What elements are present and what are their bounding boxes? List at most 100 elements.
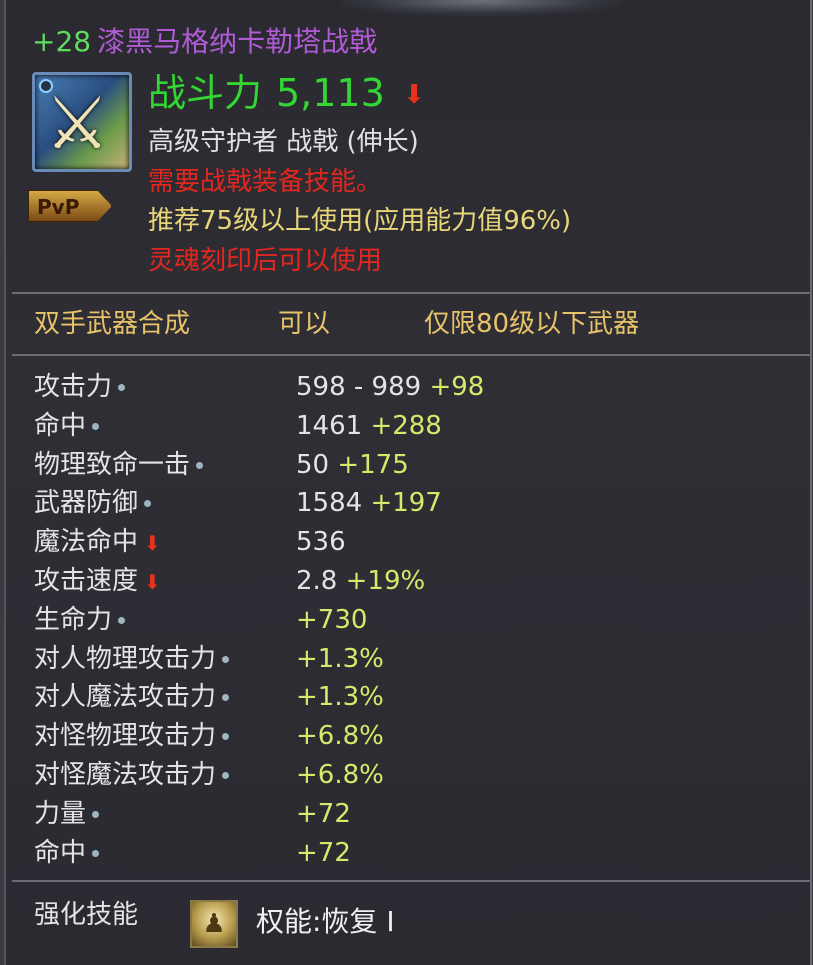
stat-label: 命中 — [34, 835, 100, 871]
stat-label: 力量 — [34, 796, 100, 832]
stat-label: 对怪物理攻击力 — [34, 718, 230, 754]
stat-value: +730 — [296, 602, 367, 638]
halberd-glyph: ⚔ — [45, 81, 110, 165]
stat-label-text: 魔法命中 — [34, 527, 139, 558]
stat-label: 攻击力 — [34, 369, 126, 405]
down-arrow-icon: ⬇ — [144, 530, 161, 555]
stat-label-text: 攻击速度 — [34, 566, 139, 596]
stat-label-text: 攻击力 — [34, 372, 113, 402]
pvp-badge: PvP — [28, 190, 112, 222]
stat-row: 命中 1461 +288 — [34, 408, 794, 444]
stat-bonus: +6.8% — [296, 760, 384, 790]
item-subtitle: 高级守护者 战戟 (伸长) — [148, 127, 419, 157]
combat-power-value: 5,113 — [276, 71, 385, 115]
level-recommendation: 推荐75级以上使用(应用能力值96%) — [148, 206, 572, 236]
stat-bonus: +19% — [345, 566, 426, 596]
stat-bonus: +98 — [429, 372, 485, 402]
divider — [12, 880, 810, 882]
stat-row: 生命力 +730 — [34, 602, 794, 638]
stat-row: 攻击力 598 - 989 +98 — [34, 369, 794, 405]
stat-row: 对人魔法攻击力 +1.3% — [34, 679, 794, 715]
stat-bonus: +1.3% — [296, 682, 384, 713]
skill-requirement: 需要战戟装备技能。 — [148, 167, 383, 197]
stat-label-text: 力量 — [34, 798, 87, 829]
stat-base: 1584 — [296, 488, 371, 519]
stat-base: 536 — [296, 527, 346, 558]
stat-label-text: 武器防御 — [34, 488, 139, 519]
stat-bonus: +288 — [370, 410, 442, 441]
stat-value: +6.8% — [296, 718, 384, 754]
stat-row: 物理致命一击 50 +175 — [34, 447, 794, 483]
info-dot-icon — [222, 772, 230, 779]
stat-label-text: 命中 — [34, 837, 87, 868]
stat-label: 物理致命一击 — [34, 447, 204, 483]
stat-value: +6.8% — [296, 757, 384, 793]
stat-label: 武器防御 — [34, 485, 152, 521]
stat-value: 598 - 989 +98 — [296, 369, 484, 405]
info-dot-icon — [118, 616, 126, 624]
stat-label-text: 物理致命一击 — [34, 449, 191, 480]
stat-label: 对人魔法攻击力 — [34, 679, 230, 715]
stat-label: 攻击速度 ⬇ — [34, 563, 161, 599]
stat-bonus: +6.8% — [296, 721, 384, 752]
stat-bonus: +1.3% — [296, 643, 384, 674]
enhance-skill-name: 权能:恢复 I — [256, 905, 395, 938]
down-arrow-icon: ⬇ — [403, 80, 425, 110]
halberd-icon: ⚔ — [32, 72, 132, 172]
divider — [12, 354, 810, 356]
enhance-level: +28 — [32, 25, 92, 58]
info-dot-icon — [92, 422, 100, 430]
stat-bonus: +72 — [296, 798, 351, 829]
stat-row: 对怪魔法攻击力 +6.8% — [34, 757, 794, 793]
synthesis-note: 仅限80级以下武器 — [424, 309, 640, 339]
stat-base: 598 - 989 — [296, 372, 430, 402]
stat-value: 50 +175 — [296, 447, 409, 483]
stat-bonus: +72 — [296, 837, 351, 868]
stat-row: 魔法命中 ⬇ 536 — [34, 524, 794, 560]
stat-label-text: 对人魔法攻击力 — [34, 682, 217, 713]
stat-bonus: +197 — [370, 488, 442, 519]
stat-label-text: 对怪物理攻击力 — [34, 721, 217, 752]
stat-value: +1.3% — [296, 641, 384, 677]
down-arrow-icon: ⬇ — [144, 569, 161, 594]
info-dot-icon — [196, 461, 204, 469]
stat-label-text: 对怪魔法攻击力 — [34, 760, 217, 790]
item-name: 漆黑马格纳卡勒塔战戟 — [97, 25, 378, 58]
info-dot-icon — [92, 810, 100, 818]
combat-power-label: 战斗力 — [148, 71, 263, 115]
stat-label-text: 命中 — [34, 410, 87, 441]
item-title: +28 漆黑马格纳卡勒塔战戟 — [32, 25, 377, 59]
stat-value: +72 — [296, 796, 351, 832]
stat-value: +72 — [296, 835, 351, 871]
stat-value: 1461 +288 — [296, 408, 442, 444]
item-tooltip: +28 漆黑马格纳卡勒塔战戟 ⚔ PvP 战斗力 5,113 ⬇ 高级守护者 战戟… — [4, 0, 812, 965]
stat-base: 50 — [296, 449, 338, 480]
top-ornament — [336, 0, 626, 16]
stat-row: 命中 +72 — [34, 835, 794, 871]
stat-value: +1.3% — [296, 679, 384, 715]
warrior-skill-icon: ♟ — [190, 900, 238, 948]
info-dot-icon — [222, 655, 230, 663]
divider — [12, 292, 810, 294]
info-dot-icon — [222, 694, 230, 702]
stat-label-text: 生命力 — [34, 604, 113, 635]
stat-row: 力量 +72 — [34, 796, 794, 832]
info-dot-icon — [144, 500, 152, 508]
stat-base: 1461 — [296, 410, 371, 441]
stat-label: 对人物理攻击力 — [34, 641, 230, 677]
synthesis-label: 双手武器合成 — [34, 309, 191, 339]
stat-value: 1584 +197 — [296, 485, 442, 521]
stat-bonus: +730 — [296, 604, 368, 635]
soulbind-notice: 灵魂刻印后可以使用 — [148, 246, 383, 276]
stat-label: 命中 — [34, 408, 100, 444]
stat-label: 魔法命中 ⬇ — [34, 524, 161, 560]
stat-base: 2.8 — [296, 566, 346, 596]
stat-value: 536 — [296, 524, 346, 560]
synthesis-status: 可以 — [278, 309, 331, 339]
stat-label: 生命力 — [34, 602, 126, 638]
info-dot-icon — [118, 384, 126, 391]
stat-label-text: 对人物理攻击力 — [34, 643, 217, 674]
info-dot-icon — [92, 849, 100, 857]
info-dot-icon — [222, 733, 230, 741]
stat-row: 对人物理攻击力 +1.3% — [34, 641, 794, 677]
